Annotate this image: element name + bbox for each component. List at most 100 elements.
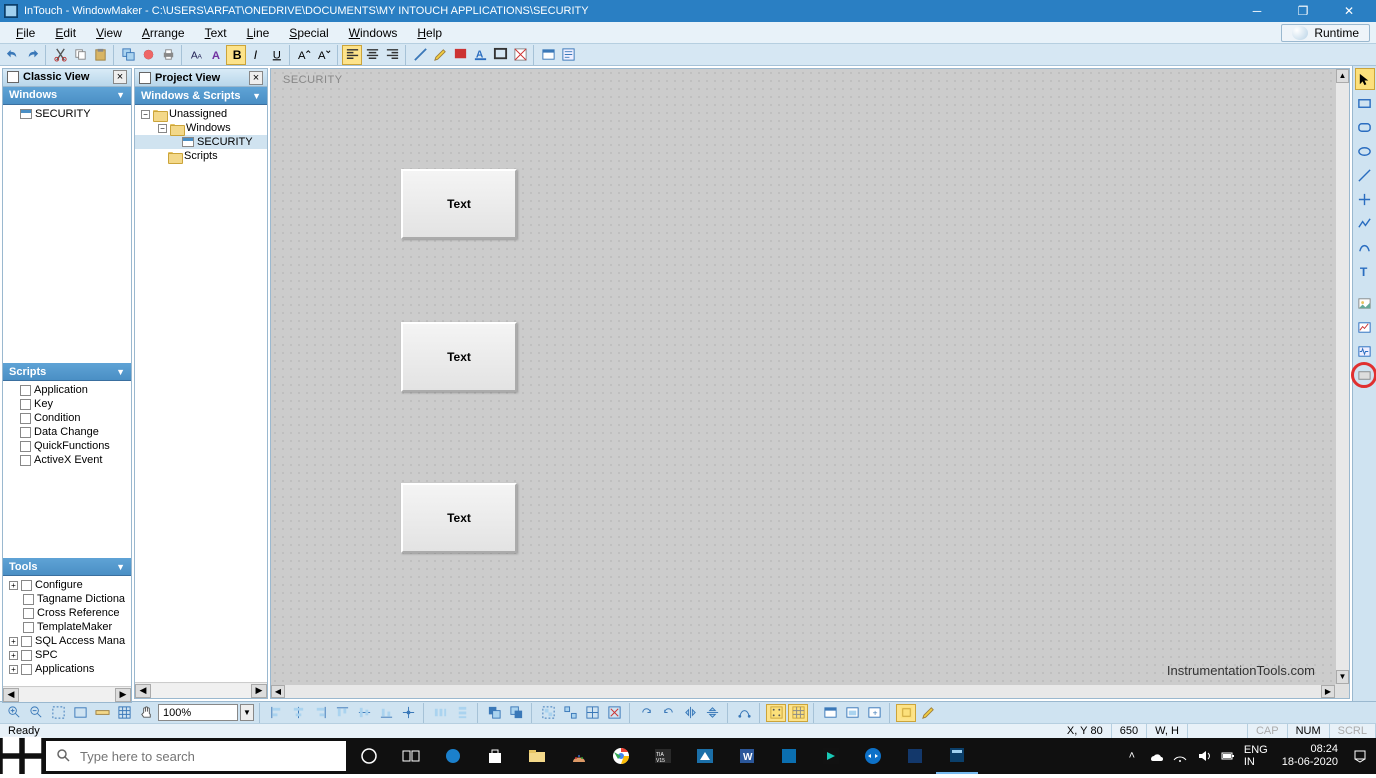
center-point-icon[interactable] <box>398 704 418 722</box>
polyline-tool[interactable] <box>1355 212 1375 234</box>
align-top-obj-icon[interactable] <box>332 704 352 722</box>
menu-edit[interactable]: Edit <box>45 24 86 42</box>
print-icon[interactable] <box>158 45 178 65</box>
polygon-tool[interactable] <box>1355 236 1375 258</box>
fill-color-icon[interactable] <box>450 45 470 65</box>
distribute-h-icon[interactable] <box>430 704 450 722</box>
align-right-button[interactable] <box>382 45 402 65</box>
window-props-icon[interactable] <box>538 45 558 65</box>
tool-item[interactable]: +SQL Access Mana <box>3 634 131 648</box>
font-grow-icon[interactable]: A <box>294 45 314 65</box>
full-view-icon[interactable] <box>820 704 840 722</box>
script-item[interactable]: QuickFunctions <box>3 439 131 453</box>
menu-text[interactable]: Text <box>195 24 237 42</box>
paste-icon[interactable] <box>90 45 110 65</box>
canvas-hscroll[interactable]: ◀▶ <box>271 684 1335 698</box>
italic-button[interactable]: I <box>246 45 266 65</box>
filmora-icon[interactable] <box>810 738 852 774</box>
design-canvas[interactable]: SECURITY Text Text Text InstrumentationT… <box>271 69 1335 698</box>
windowmaker-icon[interactable] <box>936 738 978 774</box>
zoom-dropdown[interactable]: ▼ <box>240 704 254 721</box>
line-nocolor-icon[interactable] <box>410 45 430 65</box>
clock-time[interactable]: 08:24 <box>1282 743 1338 756</box>
tool-item[interactable]: +Applications <box>3 662 131 676</box>
rectangle-tool[interactable] <box>1355 92 1375 114</box>
zoom-field[interactable]: 100% <box>158 704 238 721</box>
chrome-icon[interactable] <box>600 738 642 774</box>
script-item[interactable]: Condition <box>3 411 131 425</box>
trend-tool[interactable] <box>1355 316 1375 338</box>
pen-icon[interactable] <box>430 45 450 65</box>
tool-item[interactable]: +SPC <box>3 648 131 662</box>
word-icon[interactable]: W <box>726 738 768 774</box>
tool-item[interactable]: Cross Reference <box>3 606 131 620</box>
tree-windows-node[interactable]: −Windows <box>135 121 267 135</box>
teamviewer-icon[interactable] <box>852 738 894 774</box>
minimize-button[interactable]: ─ <box>1234 1 1280 21</box>
align-center-obj-icon[interactable] <box>288 704 308 722</box>
tools-section-header[interactable]: Tools▼ <box>3 558 131 576</box>
font-increase-icon[interactable]: AA <box>186 45 206 65</box>
tool-item[interactable]: +Configure <box>3 578 131 592</box>
font-icon[interactable]: A <box>206 45 226 65</box>
tia-icon[interactable]: TIAV15 <box>642 738 684 774</box>
break-cell-icon[interactable] <box>604 704 624 722</box>
fit-window-icon[interactable] <box>70 704 90 722</box>
rotate-cw-icon[interactable] <box>636 704 656 722</box>
wonderware-icon[interactable] <box>768 738 810 774</box>
canvas-button-1[interactable]: Text <box>401 169 517 239</box>
zoom-area-icon[interactable] <box>48 704 68 722</box>
tool-item[interactable]: Tagname Dictiona <box>3 592 131 606</box>
tree-unassigned[interactable]: −Unassigned <box>135 107 267 121</box>
align-left-button[interactable] <box>342 45 362 65</box>
zoom-out-icon[interactable] <box>26 704 46 722</box>
explorer-icon[interactable] <box>516 738 558 774</box>
tree-scripts-node[interactable]: Scripts <box>135 149 267 163</box>
runtime-button[interactable]: Runtime <box>1281 24 1370 42</box>
font-shrink-icon[interactable]: A <box>314 45 334 65</box>
script-item[interactable]: ActiveX Event <box>3 453 131 467</box>
maximize-button[interactable]: ❐ <box>1280 1 1326 21</box>
menu-help[interactable]: Help <box>407 24 452 42</box>
ungroup-icon[interactable] <box>560 704 580 722</box>
notification-icon[interactable] <box>1352 748 1368 764</box>
align-right-obj-icon[interactable] <box>310 704 330 722</box>
edit-props-icon[interactable] <box>918 704 938 722</box>
battery-icon[interactable] <box>1220 748 1236 764</box>
edge-icon[interactable] <box>432 738 474 774</box>
redo-icon[interactable] <box>22 45 42 65</box>
panel-close-button[interactable]: × <box>113 70 127 84</box>
menu-line[interactable]: Line <box>237 24 280 42</box>
undo-icon[interactable] <box>2 45 22 65</box>
canvas-vscroll[interactable]: ▲▼ <box>1335 69 1349 684</box>
intouch-icon[interactable] <box>894 738 936 774</box>
paint3d-icon[interactable] <box>558 738 600 774</box>
transparent-icon[interactable] <box>510 45 530 65</box>
canvas-button-2[interactable]: Text <box>401 322 517 392</box>
text-tool[interactable]: T <box>1355 260 1375 282</box>
windows-section-header[interactable]: Windows▼ <box>3 87 131 105</box>
rotate-ccw-icon[interactable] <box>658 704 678 722</box>
distribute-v-icon[interactable] <box>452 704 472 722</box>
scripts-section-header[interactable]: Scripts▼ <box>3 363 131 381</box>
volume-icon[interactable] <box>1196 748 1212 764</box>
send-back-icon[interactable] <box>484 704 504 722</box>
window-item-security[interactable]: SECURITY <box>3 107 131 121</box>
menu-file[interactable]: File <box>6 24 45 42</box>
script-item[interactable]: Data Change <box>3 425 131 439</box>
align-bottom-obj-icon[interactable] <box>376 704 396 722</box>
clock-date[interactable]: 18-06-2020 <box>1282 756 1338 769</box>
underline-button[interactable]: U <box>266 45 286 65</box>
menu-special[interactable]: Special <box>279 24 338 42</box>
cortana-icon[interactable] <box>348 738 390 774</box>
group-icon[interactable] <box>538 704 558 722</box>
realtime-trend-tool[interactable] <box>1355 340 1375 362</box>
new-window-icon[interactable]: + <box>864 704 884 722</box>
show-grid-icon[interactable] <box>788 704 808 722</box>
cut-icon[interactable] <box>50 45 70 65</box>
close-button[interactable]: ✕ <box>1326 1 1372 21</box>
pan-tool-icon[interactable] <box>136 704 156 722</box>
snap-grid-icon[interactable] <box>766 704 786 722</box>
color-picker-icon[interactable] <box>138 45 158 65</box>
selection-tool[interactable] <box>1355 68 1375 90</box>
